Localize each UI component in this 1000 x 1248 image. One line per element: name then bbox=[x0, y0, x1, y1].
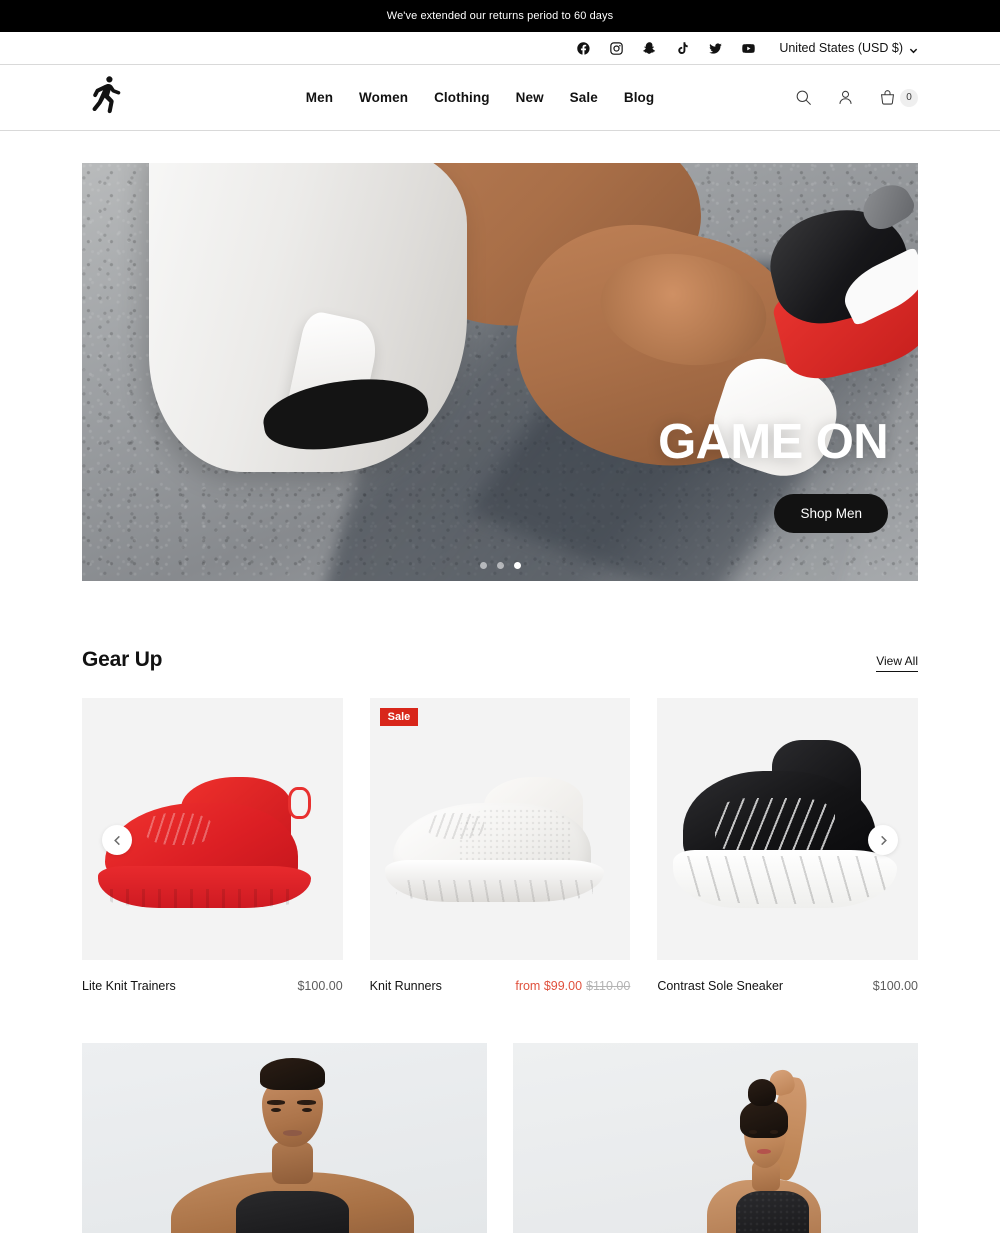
product-carousel: Lite Knit Trainers $100.00 Sale Knit Run… bbox=[82, 698, 918, 993]
product-title[interactable]: Knit Runners bbox=[370, 979, 442, 993]
product-image[interactable]: Sale bbox=[369, 698, 631, 960]
lifestyle-collage bbox=[0, 993, 1000, 1233]
hero-cta-button[interactable]: Shop Men bbox=[774, 494, 888, 533]
hero-dot-2[interactable] bbox=[496, 562, 504, 569]
nav-item-blog[interactable]: Blog bbox=[624, 90, 654, 105]
sale-badge: Sale bbox=[379, 708, 419, 726]
twitter-icon[interactable] bbox=[707, 40, 724, 57]
social-links bbox=[575, 40, 757, 57]
page-title: Gear Up bbox=[82, 648, 163, 671]
main-navigation: Men Women Clothing New Sale Blog bbox=[168, 90, 792, 105]
youtube-icon[interactable] bbox=[740, 40, 757, 57]
header-actions: 0 bbox=[792, 87, 918, 109]
instagram-icon[interactable] bbox=[608, 40, 625, 57]
hero-overlay: GAME ON Shop Men bbox=[658, 415, 889, 533]
utility-bar: United States (USD $) bbox=[0, 32, 1000, 65]
product-sale-price: from $99.00 bbox=[515, 979, 583, 993]
product-grid: Lite Knit Trainers $100.00 Sale Knit Run… bbox=[82, 698, 918, 993]
product-title[interactable]: Contrast Sole Sneaker bbox=[657, 979, 783, 993]
locale-selector[interactable]: United States (USD $) bbox=[779, 41, 918, 55]
tiktok-icon[interactable] bbox=[674, 40, 691, 57]
locale-label: United States (USD $) bbox=[779, 41, 903, 55]
white-runner-illustration bbox=[370, 698, 631, 960]
announcement-bar: We've extended our returns period to 60 … bbox=[0, 0, 1000, 32]
collage-tile-women[interactable] bbox=[513, 1043, 918, 1233]
hero-dot-3[interactable] bbox=[513, 562, 521, 569]
nav-item-clothing[interactable]: Clothing bbox=[434, 90, 490, 105]
cart-count-badge: 0 bbox=[900, 88, 918, 107]
nav-item-women[interactable]: Women bbox=[359, 90, 408, 105]
announcement-text: We've extended our returns period to 60 … bbox=[386, 10, 614, 22]
carousel-prev-button[interactable] bbox=[102, 825, 132, 855]
hero-title: GAME ON bbox=[658, 415, 889, 469]
snapchat-icon[interactable] bbox=[641, 40, 658, 57]
product-price: $100.00 bbox=[297, 979, 343, 993]
nav-item-new[interactable]: New bbox=[516, 90, 544, 105]
product-info: Lite Knit Trainers $100.00 bbox=[82, 960, 343, 993]
site-header: Men Women Clothing New Sale Blog 0 bbox=[0, 65, 1000, 131]
gear-up-section: Gear Up View All Lite Knit Trainers $100… bbox=[0, 581, 1000, 993]
section-header: Gear Up View All bbox=[82, 581, 918, 698]
carousel-next-button[interactable] bbox=[868, 825, 898, 855]
facebook-icon[interactable] bbox=[575, 40, 592, 57]
product-price: $100.00 bbox=[872, 979, 918, 993]
product-compare-at-price: $110.00 bbox=[586, 979, 631, 993]
shopping-basket-icon bbox=[876, 87, 898, 109]
account-icon[interactable] bbox=[834, 87, 856, 109]
collage-tile-men[interactable] bbox=[82, 1043, 487, 1233]
hero-slideshow: GAME ON Shop Men bbox=[82, 163, 918, 581]
logo[interactable] bbox=[82, 75, 134, 121]
search-icon[interactable] bbox=[792, 87, 814, 109]
product-info: Contrast Sole Sneaker $100.00 bbox=[657, 960, 918, 993]
chevron-down-icon bbox=[909, 44, 918, 53]
hero-pagination-dots bbox=[82, 562, 918, 569]
product-info: Knit Runners from $99.00 $110.00 bbox=[370, 960, 631, 993]
view-all-link[interactable]: View All bbox=[876, 654, 918, 672]
hero-section: GAME ON Shop Men bbox=[0, 131, 1000, 581]
product-card[interactable]: Sale Knit Runners from $99.00 $110.00 bbox=[369, 698, 631, 993]
cart-button[interactable]: 0 bbox=[876, 87, 918, 109]
product-title[interactable]: Lite Knit Trainers bbox=[82, 979, 176, 993]
product-price: from $99.00 $110.00 bbox=[515, 979, 630, 993]
hero-dot-1[interactable] bbox=[479, 562, 487, 569]
nav-item-sale[interactable]: Sale bbox=[570, 90, 598, 105]
nav-item-men[interactable]: Men bbox=[306, 90, 333, 105]
